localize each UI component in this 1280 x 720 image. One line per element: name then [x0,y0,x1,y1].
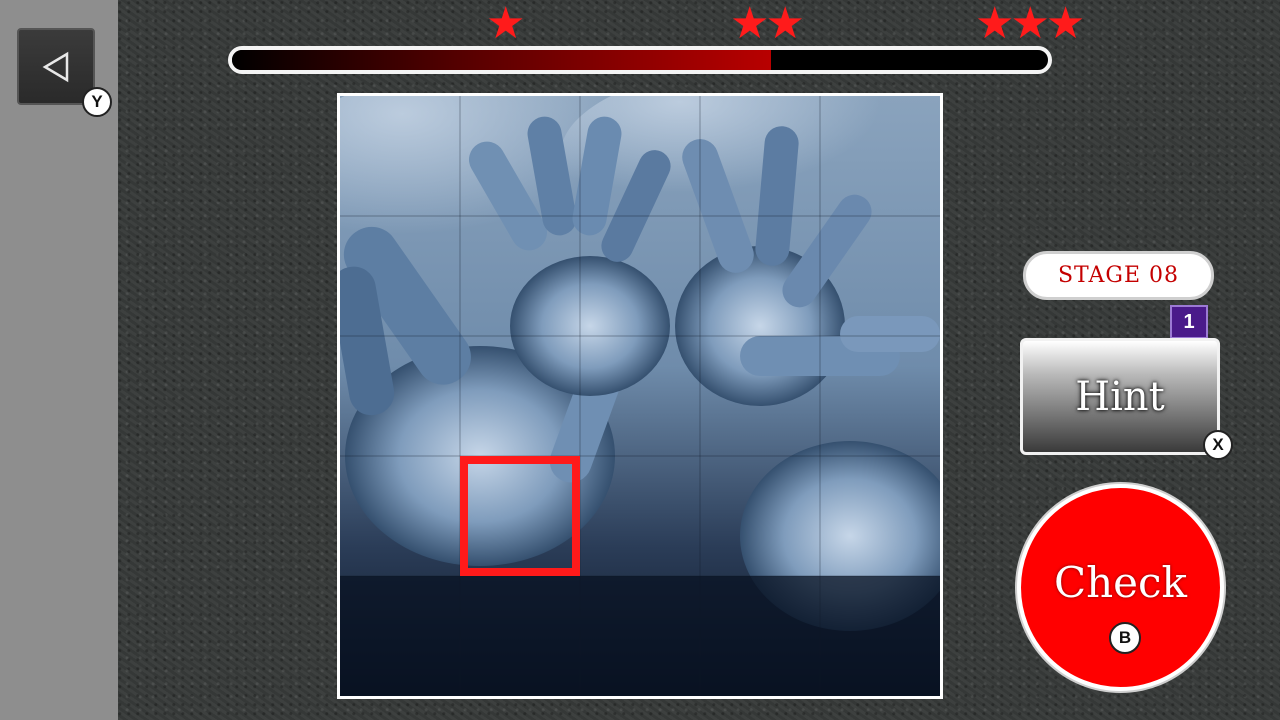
stage-label: STAGE 08 [1023,251,1214,300]
star-threshold-3: ★★★ [975,0,1085,49]
hint-button[interactable]: Hint [1020,338,1220,455]
b-button-badge: B [1109,622,1141,654]
check-button[interactable]: Check B [1017,484,1224,691]
hint-remaining-count: 1 [1170,305,1208,339]
x-button-badge: X [1203,430,1233,460]
puzzle-image [340,96,940,696]
puzzle-board[interactable] [340,96,940,696]
star-threshold-2: ★★ [730,0,805,49]
puzzle-board-frame [337,93,943,699]
check-label: Check [1053,558,1187,607]
back-triangle-icon [42,51,69,82]
star-threshold-1: ★ [486,0,526,49]
y-button-badge: Y [82,87,112,117]
progress-fill [232,50,771,70]
progress-bar [228,46,1052,74]
